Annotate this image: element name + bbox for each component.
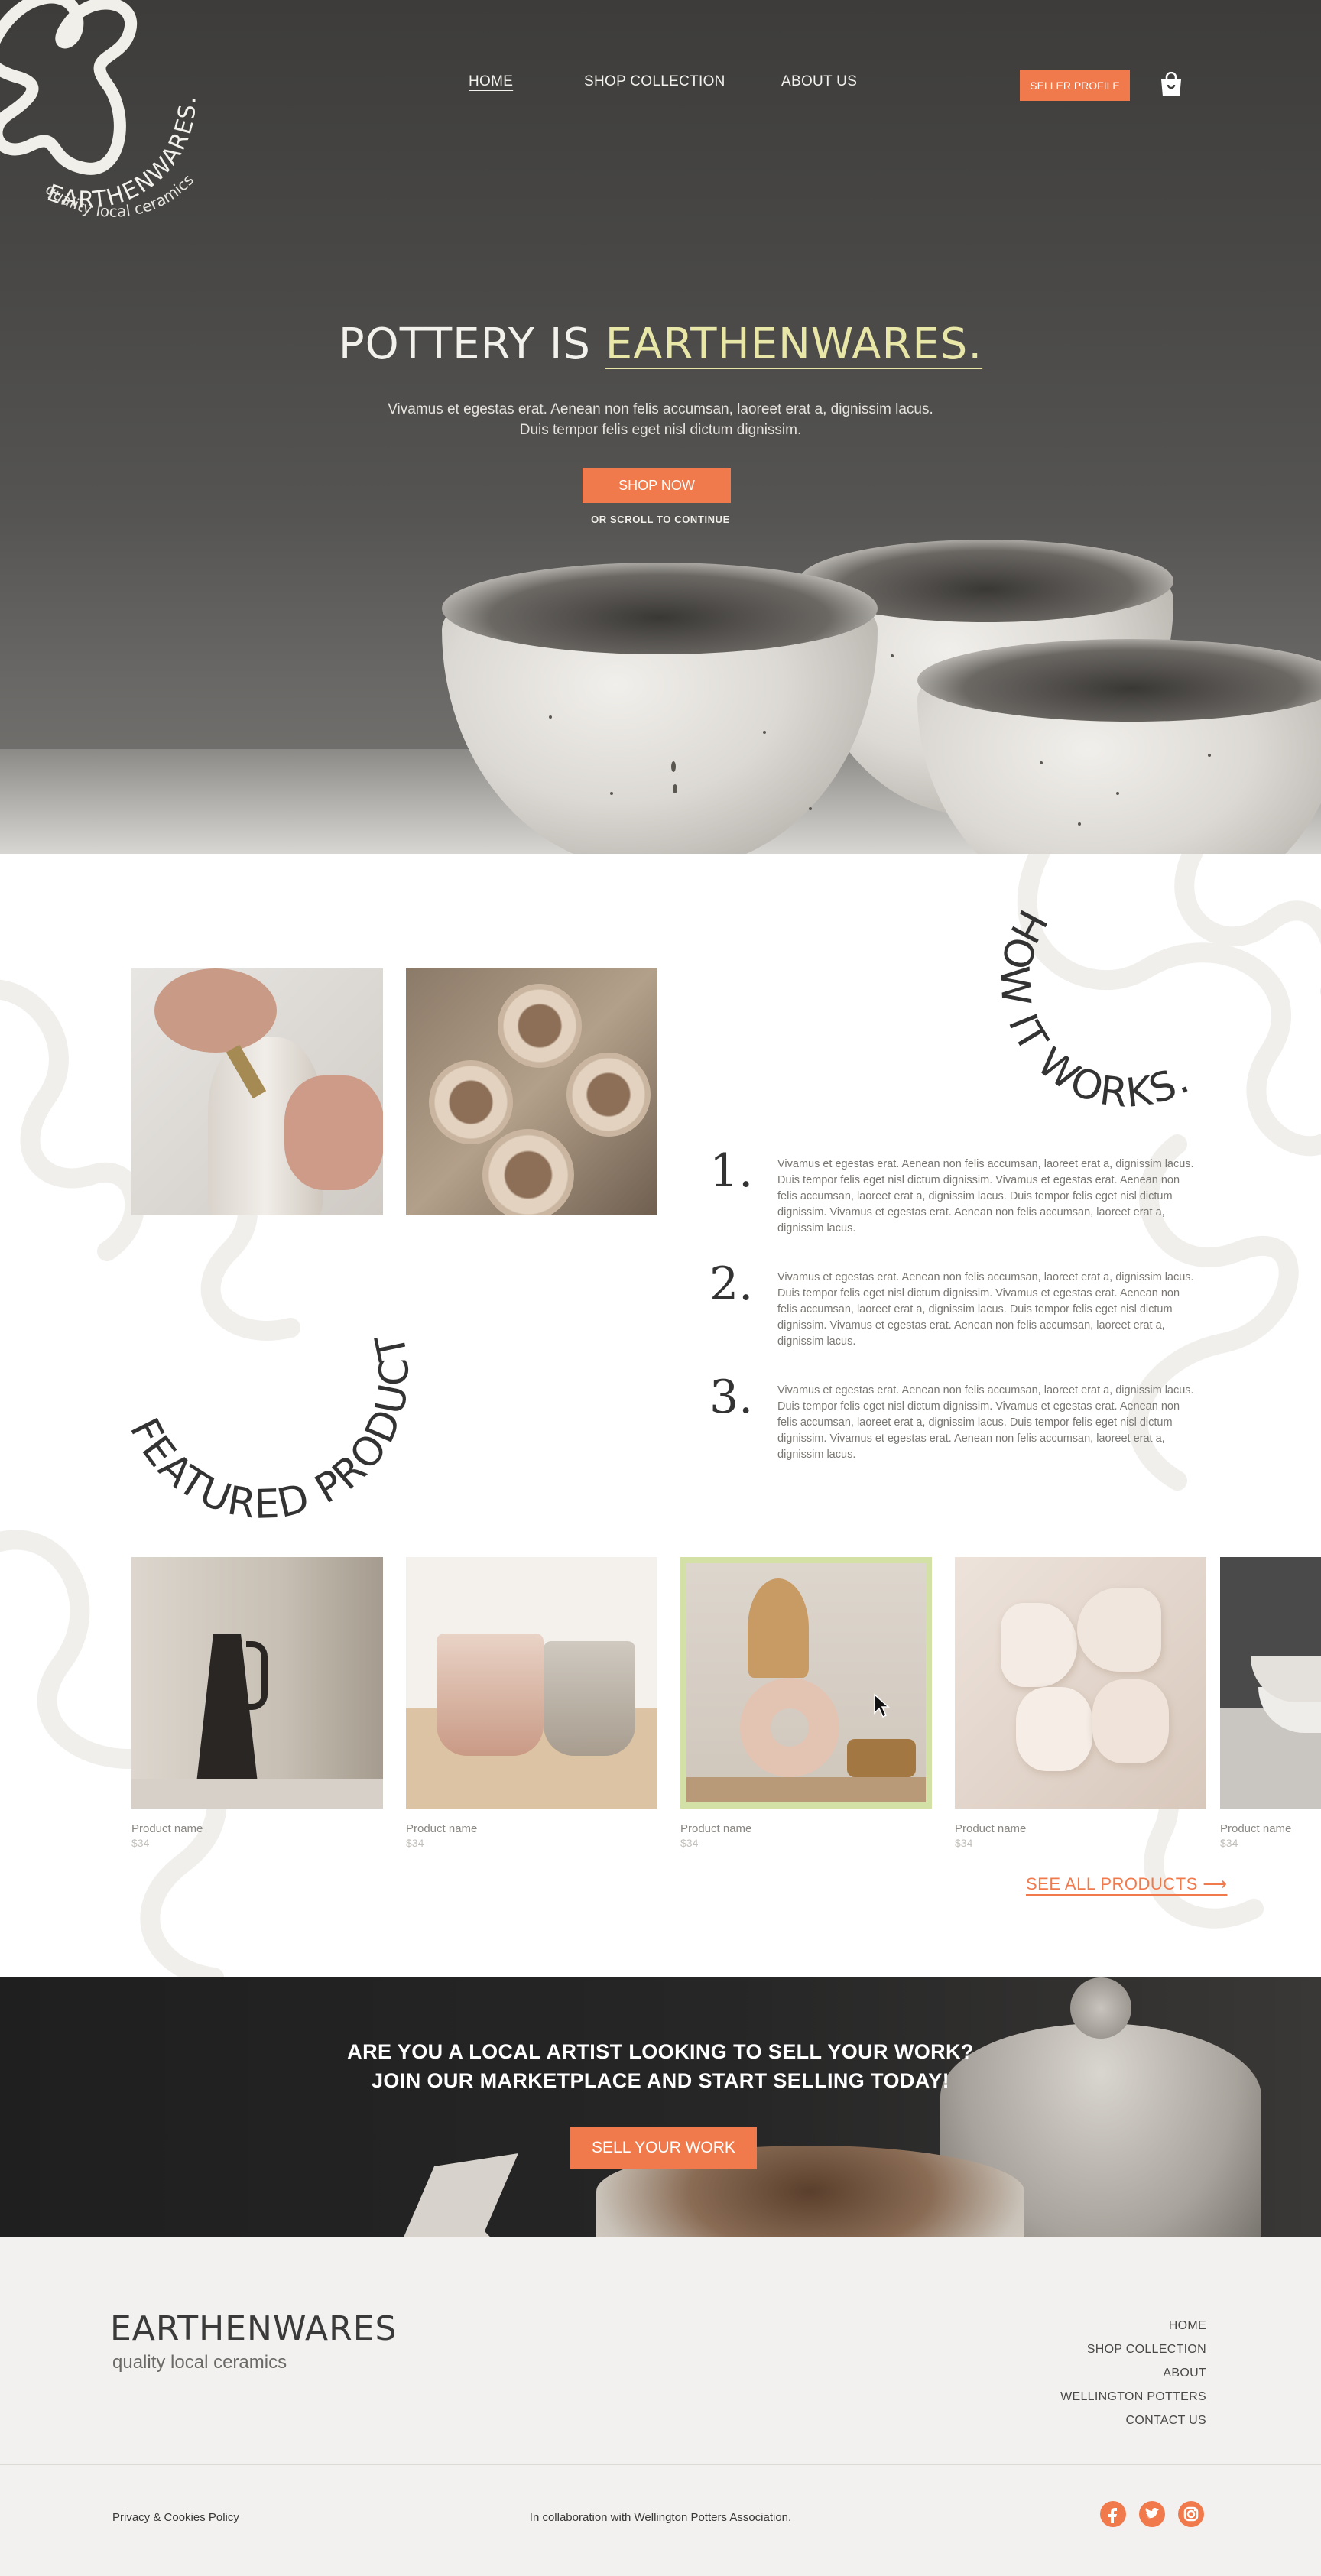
- step-1-text: Vivamus et egestas erat. Aenean non feli…: [777, 1158, 1194, 1234]
- product-image[interactable]: [680, 1557, 932, 1809]
- how-it-works-heading: HOW IT WORKS.: [991, 902, 1198, 1117]
- twitter-icon[interactable]: [1139, 2501, 1165, 2527]
- product-image[interactable]: [1220, 1557, 1321, 1809]
- sell-your-work-button[interactable]: SELL YOUR WORK: [570, 2127, 757, 2169]
- hero-title-accent: EARTHENWARES.: [605, 320, 983, 369]
- step-1-number: 1.: [709, 1144, 754, 1198]
- hero-title-plain: POTTERY IS: [338, 320, 591, 369]
- svg-text:HOW IT WORKS.: HOW IT WORKS.: [991, 902, 1198, 1117]
- step-3-text: Vivamus et egestas erat. Aenean non feli…: [777, 1384, 1194, 1461]
- step-3-number: 3.: [709, 1371, 754, 1424]
- cta-pot-knob: [1070, 1977, 1131, 2039]
- footer-brand[interactable]: EARTHENWARES: [110, 2309, 397, 2348]
- hero-bowl-right: [917, 639, 1321, 854]
- hero-section: EARTHENWARES. quality local ceramics HOM…: [0, 0, 1321, 854]
- nav-shop-collection[interactable]: SHOP COLLECTION: [584, 73, 725, 90]
- cta-heading-line1: ARE YOU A LOCAL ARTIST LOOKING TO SELL Y…: [347, 2040, 974, 2063]
- nav-about-us[interactable]: ABOUT US: [781, 73, 857, 90]
- content-section: HOW IT WORKS. 1. Vivamus et egestas erat…: [0, 854, 1321, 1977]
- shop-now-button[interactable]: SHOP NOW: [583, 468, 731, 503]
- footer-divider: [0, 2464, 1321, 2465]
- footer-link-shop-collection[interactable]: SHOP COLLECTION: [1060, 2338, 1206, 2361]
- footer-link-home[interactable]: HOME: [1060, 2314, 1206, 2338]
- hero-subtitle-line2: Duis tempor felis eget nisl dictum digni…: [519, 422, 802, 438]
- hero-subtitle: Vivamus et egestas erat. Aenean non feli…: [0, 399, 1321, 440]
- product-price: $34: [406, 1837, 424, 1849]
- step-2-text: Vivamus et egestas erat. Aenean non feli…: [777, 1271, 1194, 1348]
- nav-home[interactable]: HOME: [469, 73, 513, 90]
- footer-link-wellington-potters[interactable]: WELLINGTON POTTERS: [1060, 2385, 1206, 2409]
- product-card[interactable]: Product name $34: [1220, 1557, 1321, 1849]
- hero-subtitle-line1: Vivamus et egestas erat. Aenean non feli…: [388, 401, 933, 417]
- product-price: $34: [955, 1837, 973, 1849]
- shopping-bag-icon[interactable]: [1159, 72, 1183, 98]
- product-card-hovered[interactable]: Product name $34: [680, 1557, 932, 1849]
- svg-text:FEATURED PRODUCTS: FEATURED PRODUCTS: [115, 1274, 418, 1528]
- product-name[interactable]: Product name: [131, 1822, 383, 1835]
- product-name[interactable]: Product name: [1220, 1822, 1321, 1835]
- product-card[interactable]: Product name $34: [406, 1557, 657, 1849]
- cta-heading-line2: JOIN OUR MARKETPLACE AND START SELLING T…: [371, 2069, 950, 2092]
- product-image[interactable]: [131, 1557, 383, 1809]
- featured-products-heading: FEATURED PRODUCTS: [115, 1274, 418, 1528]
- product-price: $34: [680, 1837, 699, 1849]
- footer-links: HOME SHOP COLLECTION ABOUT WELLINGTON PO…: [1060, 2314, 1206, 2432]
- product-card[interactable]: Product name $34: [131, 1557, 383, 1849]
- product-image[interactable]: [955, 1557, 1206, 1809]
- potter-carving-photo: [131, 968, 383, 1215]
- clay-cups-photo: [406, 968, 657, 1215]
- step-2-number: 2.: [709, 1257, 754, 1311]
- see-all-products-link[interactable]: SEE ALL PRODUCTS ⟶: [1026, 1874, 1227, 1894]
- product-name[interactable]: Product name: [406, 1822, 657, 1835]
- product-name[interactable]: Product name: [680, 1822, 932, 1835]
- hero-title: POTTERY IS EARTHENWARES.: [0, 320, 1321, 369]
- cta-shard: [384, 2153, 535, 2237]
- product-card[interactable]: Product name $34: [955, 1557, 1206, 1849]
- mouse-cursor-icon: [874, 1693, 890, 1718]
- facebook-icon[interactable]: [1100, 2501, 1126, 2527]
- cta-heading: ARE YOU A LOCAL ARTIST LOOKING TO SELL Y…: [0, 2037, 1321, 2095]
- product-name[interactable]: Product name: [955, 1822, 1206, 1835]
- seller-cta-banner: ARE YOU A LOCAL ARTIST LOOKING TO SELL Y…: [0, 1977, 1321, 2237]
- footer: EARTHENWARES quality local ceramics HOME…: [0, 2237, 1321, 2576]
- product-price: $34: [1220, 1837, 1238, 1849]
- footer-link-contact-us[interactable]: CONTACT US: [1060, 2409, 1206, 2432]
- instagram-icon[interactable]: [1178, 2501, 1204, 2527]
- product-price: $34: [131, 1837, 150, 1849]
- footer-link-about[interactable]: ABOUT: [1060, 2361, 1206, 2385]
- brand-logo[interactable]: EARTHENWARES. quality local ceramics: [0, 0, 229, 245]
- seller-profile-button[interactable]: SELLER PROFILE: [1020, 70, 1130, 101]
- footer-tagline: quality local ceramics: [112, 2352, 287, 2373]
- scroll-note[interactable]: OR SCROLL TO CONTINUE: [0, 514, 1321, 525]
- product-image[interactable]: [406, 1557, 657, 1809]
